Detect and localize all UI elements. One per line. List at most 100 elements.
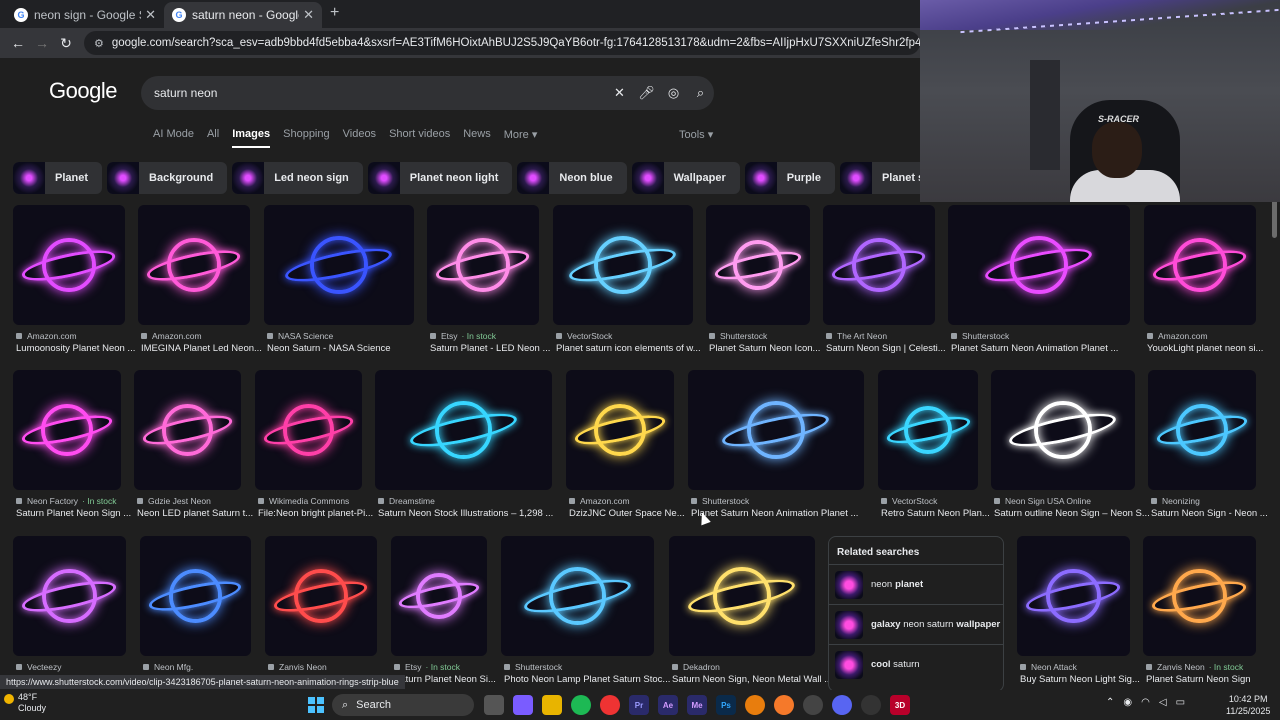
result-source[interactable]: Shutterstock [691,496,749,506]
result-source[interactable]: Dekadron [672,662,720,672]
url-field[interactable]: ⚙ google.com/search?sca_esv=adb9bbd4fd5e… [84,31,920,55]
result-title[interactable]: Planet saturn icon elements of w... [556,343,716,354]
page-scrollbar[interactable] [1272,198,1277,238]
spotify-icon[interactable] [571,695,591,715]
forward-icon[interactable]: → [30,35,54,51]
back-icon[interactable]: ← [6,35,30,51]
result-thumbnail[interactable] [255,370,362,490]
result-thumbnail[interactable] [13,536,126,656]
result-source[interactable]: Dreamstime [378,496,435,506]
chip-led-neon-sign[interactable]: Led neon sign [232,162,363,194]
result-thumbnail[interactable] [553,205,693,325]
chip-background[interactable]: Background [107,162,228,194]
result-source[interactable]: Neonizing [1151,496,1200,506]
new-tab-button[interactable]: + [330,4,339,22]
result-source[interactable]: Neon Mfg. [143,662,193,672]
3d-app-icon[interactable]: 3D [890,695,910,715]
result-thumbnail[interactable] [1148,370,1256,490]
result-title[interactable]: Saturn Planet Neon Sign ... [16,508,144,519]
chip-wallpaper[interactable]: Wallpaper [631,162,740,194]
result-thumbnail[interactable] [391,536,487,656]
result-source[interactable]: The Art Neon [826,331,887,341]
result-thumbnail[interactable] [1144,205,1256,325]
result-source[interactable]: Zanvis Neon [268,662,327,672]
result-thumbnail[interactable] [688,370,864,490]
file-explorer-icon[interactable] [542,695,562,715]
result-title[interactable]: Planet Saturn Neon Animation Planet ... [691,508,887,519]
result-thumbnail[interactable] [140,536,251,656]
result-title[interactable]: Retro Saturn Neon Plan... [881,508,1001,519]
result-title[interactable]: Saturn Planet Neon Si... [394,674,510,685]
site-info-icon[interactable]: ⚙ [94,37,104,50]
result-thumbnail[interactable] [138,205,250,325]
related-item-cool-saturn[interactable]: cool saturn [829,644,1003,684]
result-source[interactable]: Amazon.com [16,331,77,341]
result-thumbnail[interactable] [134,370,241,490]
tab-neon-sign[interactable]: G neon sign - Google Search ✕ [6,2,164,28]
result-title[interactable]: Neon Saturn - NASA Science [267,343,437,354]
result-thumbnail[interactable] [1017,536,1130,656]
result-source[interactable]: Amazon.com [141,331,202,341]
result-title[interactable]: Saturn outline Neon Sign – Neon S... [994,508,1158,519]
chrome-icon[interactable] [600,695,620,715]
result-title[interactable]: Planet Saturn Neon Icon... [709,343,833,354]
result-thumbnail[interactable] [669,536,815,656]
volume-icon[interactable]: ◁ [1159,697,1167,708]
search-input[interactable]: saturn neon [154,86,606,100]
filter-videos[interactable]: Videos [343,128,376,148]
result-title[interactable]: Saturn Neon Sign, Neon Metal Wall ... [672,674,838,685]
result-thumbnail[interactable] [265,536,377,656]
result-source[interactable]: Neon Factory · In stock [16,496,117,506]
search-icon[interactable]: ⌕ [687,85,714,101]
filter-short-videos[interactable]: Short videos [389,128,450,148]
result-title[interactable]: IMEGINA Planet Led Neon... [141,343,273,354]
result-thumbnail[interactable] [566,370,674,490]
search-box[interactable]: saturn neon ✕ 🎤︎ ◎ ⌕ [141,76,714,110]
reload-icon[interactable]: ↻ [54,35,78,52]
close-tab-icon[interactable]: ✕ [303,7,314,23]
result-thumbnail[interactable] [427,205,539,325]
tab-saturn-neon[interactable]: G saturn neon - Google Search ✕ [164,2,322,28]
result-title[interactable]: Saturn Neon Sign | Celesti... [826,343,958,354]
windows-start-icon[interactable] [308,697,324,713]
result-source[interactable]: Zanvis Neon · In stock [1146,662,1243,672]
filter-shopping[interactable]: Shopping [283,128,330,148]
chatgpt-icon[interactable] [861,695,881,715]
result-thumbnail[interactable] [706,205,810,325]
battery-icon[interactable]: ▭ [1176,697,1185,708]
result-title[interactable]: YouokLight planet neon si... [1147,343,1279,354]
result-thumbnail[interactable] [13,370,121,490]
result-source[interactable]: VectorStock [556,331,612,341]
result-source[interactable]: VectorStock [881,496,937,506]
discord-icon[interactable] [832,695,852,715]
result-source[interactable]: Etsy · In stock [430,331,496,341]
result-title[interactable]: Lumoonosity Planet Neon ... [16,343,148,354]
clear-icon[interactable]: ✕ [606,85,633,101]
result-title[interactable]: Saturn Neon Stock Illustrations – 1,298 … [378,508,575,519]
result-source[interactable]: Amazon.com [569,496,630,506]
result-source[interactable]: Vecteezy [16,662,62,672]
result-thumbnail[interactable] [878,370,978,490]
result-source[interactable]: Amazon.com [1147,331,1208,341]
microphone-icon[interactable]: 🎤︎ [633,85,660,101]
filter-all[interactable]: All [207,128,219,148]
result-title[interactable]: DzizJNC Outer Space Ne... [569,508,697,519]
result-source[interactable]: Wikimedia Commons [258,496,349,506]
result-title[interactable]: Neon LED planet Saturn t... [137,508,264,519]
related-item-neon-planet[interactable]: neon planet [829,564,1003,604]
premiere-icon[interactable]: Pr [629,695,649,715]
task-view-icon[interactable] [484,695,504,715]
chevron-up-icon[interactable]: ⌃ [1106,697,1114,708]
media-encoder-icon[interactable]: Me [687,695,707,715]
filter-news[interactable]: News [463,128,491,148]
chip-planet-saturn[interactable]: Planet saturn [839,162,920,194]
filter-ai-mode[interactable]: AI Mode [153,128,194,148]
result-source[interactable]: Shutterstock [709,331,767,341]
chip-planet-neon-light[interactable]: Planet neon light [367,162,513,194]
result-title[interactable]: Saturn Planet - LED Neon ... [430,343,562,354]
chip-purple[interactable]: Purple [744,162,835,194]
result-title[interactable]: Planet Saturn Neon Sign [1146,674,1279,685]
result-thumbnail[interactable] [948,205,1130,325]
taskbar-clock[interactable]: 10:42 PM 11/25/2025 [1226,693,1270,717]
obs-icon[interactable] [803,695,823,715]
